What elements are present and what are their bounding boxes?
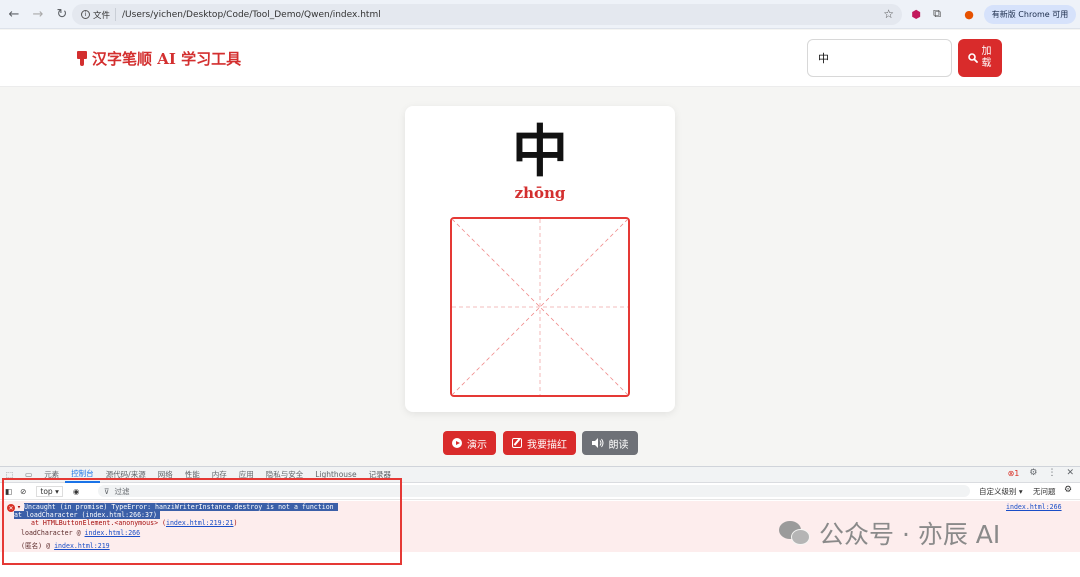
- demo-button[interactable]: 演示: [443, 431, 496, 455]
- browser-toolbar: ← → ↻ i 文件 /Users/yichen/Desktop/Code/To…: [0, 0, 1080, 29]
- character-input[interactable]: [807, 39, 952, 77]
- chrome-update-button[interactable]: 有新版 Chrome 可用: [984, 5, 1076, 24]
- issues-button[interactable]: 无问题: [1033, 486, 1056, 497]
- app-title-text: 汉字笔顺 AI 学习工具: [92, 50, 242, 68]
- trace-button[interactable]: 我要描红: [503, 431, 576, 455]
- address-bar[interactable]: i 文件 /Users/yichen/Desktop/Code/Tool_Dem…: [72, 4, 902, 25]
- log-level-value: 自定义级别: [979, 487, 1017, 496]
- error-source-link[interactable]: index.html:266: [1006, 503, 1062, 511]
- error-count: 1: [1014, 468, 1020, 478]
- annotation-highlight-box: [2, 478, 402, 565]
- search-icon: [967, 53, 978, 63]
- console-settings-icon[interactable]: ⚙: [1064, 485, 1072, 495]
- speaker-icon: [591, 438, 603, 448]
- reload-icon[interactable]: ↻: [52, 4, 72, 24]
- settings-gear-icon[interactable]: ⚙: [1029, 468, 1037, 478]
- forward-icon[interactable]: →: [28, 4, 48, 24]
- trace-button-label: 我要描红: [527, 439, 567, 451]
- load-button-label: 加载: [981, 46, 992, 69]
- play-icon: [452, 438, 462, 448]
- close-devtools-icon[interactable]: ✕: [1066, 468, 1074, 478]
- file-label: 文件: [93, 10, 111, 21]
- read-aloud-button[interactable]: 朗读: [582, 431, 638, 455]
- read-button-label: 朗读: [608, 439, 629, 451]
- app-title: 汉字笔顺 AI 学习工具: [76, 48, 241, 69]
- wechat-icon: [779, 519, 811, 547]
- log-level-select[interactable]: 自定义级别 ▾: [979, 486, 1023, 497]
- file-info-chip[interactable]: i 文件: [78, 8, 117, 21]
- extension-shield-icon[interactable]: ⬢: [908, 6, 924, 22]
- extensions-puzzle-icon[interactable]: ⧉: [929, 6, 945, 22]
- error-count-badge[interactable]: ⊗1: [1008, 469, 1020, 478]
- brush-icon: [76, 51, 88, 66]
- back-icon[interactable]: ←: [4, 4, 24, 24]
- url-text: /Users/yichen/Desktop/Code/Tool_Demo/Qwe…: [122, 9, 381, 20]
- demo-button-label: 演示: [467, 439, 487, 451]
- grid-guides: [452, 219, 628, 395]
- pinyin-display: zhōng: [514, 184, 566, 202]
- profile-avatar-icon[interactable]: ●: [961, 6, 977, 22]
- edit-icon: [512, 438, 522, 448]
- character-display: 中: [512, 119, 568, 185]
- load-button[interactable]: 加载: [958, 39, 1002, 77]
- more-menu-icon[interactable]: ⋮: [1047, 468, 1056, 478]
- info-icon: i: [81, 10, 90, 19]
- watermark: 公众号 · 亦辰 AI: [779, 515, 1000, 551]
- writing-grid[interactable]: [450, 217, 630, 397]
- watermark-text: 公众号 · 亦辰 AI: [819, 520, 1001, 549]
- bookmark-star-icon[interactable]: ☆: [883, 7, 894, 21]
- character-card: 中 zhōng: [405, 106, 675, 412]
